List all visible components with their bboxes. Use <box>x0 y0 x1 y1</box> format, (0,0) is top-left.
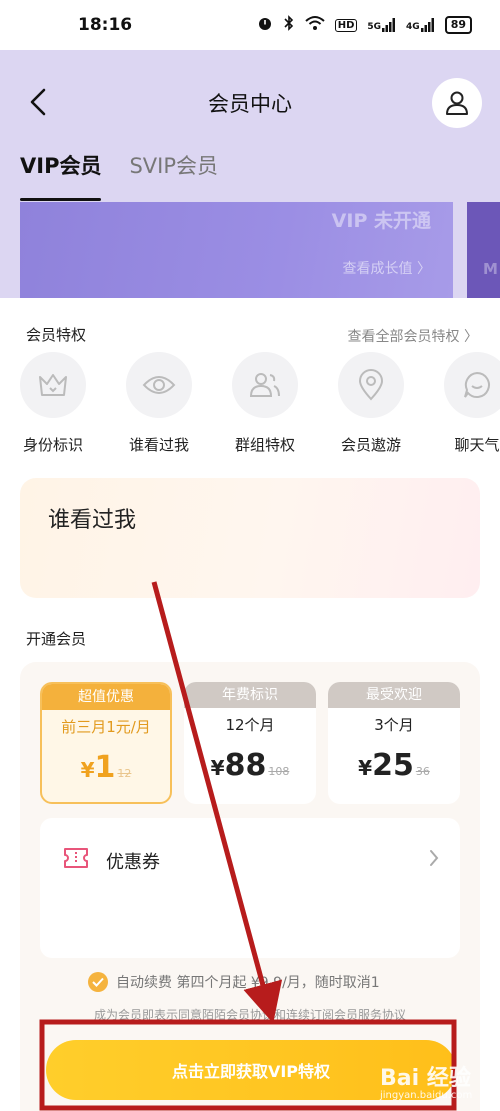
plan-tag: 最受欢迎 <box>328 682 460 708</box>
privilege-label: 群组特权 <box>234 436 295 454</box>
chevron-right-icon <box>428 848 440 872</box>
battery-indicator: 89 <box>444 16 472 34</box>
chat-bubble-icon <box>464 371 490 398</box>
crown-icon <box>39 374 67 396</box>
see-all-privileges-link[interactable]: 查看全部会员特权 〉 <box>348 326 478 346</box>
status-time: 18:16 <box>78 15 133 35</box>
signal-5g-label: 5G <box>367 22 382 32</box>
signal-5g-icon: 5G <box>367 18 396 32</box>
ticket-icon <box>62 846 90 874</box>
checkbox-checked-icon[interactable] <box>88 972 108 992</box>
plan-old-price: 36 <box>415 765 430 778</box>
signal-4g-label: 4G <box>406 22 420 32</box>
privilege-group[interactable]: 群组特权 <box>232 352 298 462</box>
plan-name: 前三月1元/月 <box>61 718 151 736</box>
plan-price-amount: 1 <box>94 750 116 785</box>
plan-price: ¥25 36 <box>328 748 460 783</box>
privilege-label: 会员遨游 <box>340 436 401 454</box>
auto-renew-text: 自动续费 第四个月起 ¥9.9/月，随时取消1 <box>116 975 380 991</box>
plan-old-price: 108 <box>268 765 290 778</box>
watermark-logo: Bai 经验 <box>380 1066 471 1091</box>
agreement-text[interactable]: 成为会员即表示同意陌陌会员协议和连续订阅会员服务协议 <box>20 1006 480 1023</box>
plan-price-amount: 25 <box>372 748 414 783</box>
main-content: 会员特权 查看全部会员特权 〉 身份标识 谁看过我 群组特权 会员遨游 聊天气 … <box>0 298 500 1111</box>
vip-status-card[interactable]: VIP 未开通 查看成长值 〉 <box>20 202 453 298</box>
profile-button[interactable] <box>432 78 482 128</box>
bluetooth-icon <box>283 15 295 35</box>
privileges-heading: 会员特权 <box>26 326 87 344</box>
wifi-icon <box>305 15 325 35</box>
svip-status-card-peek[interactable]: M <box>467 202 500 298</box>
navigation-bar: 会员中心 <box>0 62 500 142</box>
privilege-chat-bubble[interactable]: 聊天气 <box>444 352 500 462</box>
plan-tag: 超值优惠 <box>42 684 170 710</box>
plan-option-trial[interactable]: 超值优惠 前三月1元/月 ¥1 12 <box>40 682 172 804</box>
privilege-visitors[interactable]: 谁看过我 <box>126 352 192 462</box>
feature-preview-title: 谁看过我 <box>48 508 137 533</box>
privileges-row: 身份标识 谁看过我 群组特权 会员遨游 聊天气 <box>20 352 500 462</box>
svip-card-peek-label: M <box>483 260 498 278</box>
user-icon <box>446 91 468 115</box>
coupon-row[interactable]: 优惠券 <box>40 818 460 958</box>
privilege-icon-circle <box>444 352 500 418</box>
privilege-icon-circle <box>126 352 192 418</box>
plan-currency: ¥ <box>80 758 95 782</box>
plan-price: ¥88 108 <box>184 748 316 783</box>
membership-tabs: VIP会员 SVIP会员 <box>20 150 218 202</box>
group-icon <box>249 373 280 397</box>
coupon-label: 优惠券 <box>106 852 160 873</box>
plans-heading: 开通会员 <box>26 630 87 648</box>
plan-name: 3个月 <box>374 716 414 734</box>
privilege-identity[interactable]: 身份标识 <box>20 352 86 462</box>
signal-4g-icon: 4G <box>406 18 435 32</box>
alarm-icon <box>257 15 273 35</box>
growth-value-link[interactable]: 查看成长值 〉 <box>343 258 431 278</box>
plan-price: ¥1 12 <box>42 750 170 785</box>
plan-option-12-months[interactable]: 年费标识 12个月 ¥88 108 <box>184 682 316 804</box>
auto-renew-row[interactable]: 自动续费 第四个月起 ¥9.9/月，随时取消1 <box>88 972 380 992</box>
eye-icon <box>142 376 176 394</box>
plan-old-price: 12 <box>117 767 132 780</box>
privilege-icon-circle <box>232 352 298 418</box>
status-icons: HD 5G 4G 89 <box>257 15 472 35</box>
plan-option-3-months[interactable]: 最受欢迎 3个月 ¥25 36 <box>328 682 460 804</box>
privilege-roaming[interactable]: 会员遨游 <box>338 352 404 462</box>
watermark-url: jingyan.baidu.com <box>380 1090 473 1101</box>
tab-svip[interactable]: SVIP会员 <box>129 150 218 202</box>
plan-tag: 年费标识 <box>184 682 316 708</box>
plan-currency: ¥ <box>210 756 225 780</box>
location-pin-icon <box>358 369 384 401</box>
privilege-label: 身份标识 <box>22 436 83 454</box>
feature-preview-card: 谁看过我 <box>20 478 480 598</box>
plan-currency: ¥ <box>358 756 373 780</box>
plan-name: 12个月 <box>225 716 275 734</box>
privilege-label: 聊天气 <box>454 436 500 454</box>
tab-vip[interactable]: VIP会员 <box>20 150 102 202</box>
hd-badge: HD <box>334 18 358 32</box>
plan-price-amount: 88 <box>224 748 267 783</box>
privilege-label: 谁看过我 <box>128 436 189 454</box>
privilege-icon-circle <box>338 352 404 418</box>
status-bar: 18:16 HD 5G 4G 89 <box>0 0 500 50</box>
page-title: 会员中心 <box>208 92 292 116</box>
vip-status-text: VIP 未开通 <box>331 210 431 232</box>
privilege-icon-circle <box>20 352 86 418</box>
